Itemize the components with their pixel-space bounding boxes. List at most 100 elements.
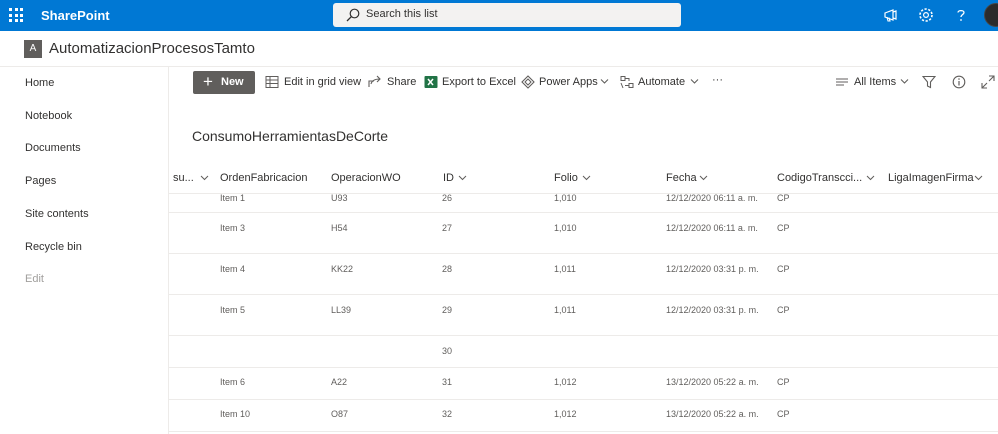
chevron-down-icon xyxy=(200,175,209,181)
avatar[interactable] xyxy=(984,3,998,27)
cell-folio: 1,011 xyxy=(554,305,576,315)
nav-item-site-contents[interactable]: Site contents xyxy=(25,208,89,220)
cell-id: 30 xyxy=(442,346,453,356)
nav-item-documents[interactable]: Documents xyxy=(25,142,81,154)
cell-orden: Item 4 xyxy=(220,264,246,274)
share-icon xyxy=(368,75,381,87)
cell-folio: 1,010 xyxy=(554,223,577,233)
column-header-liga-imagen-firma[interactable]: LigaImagenFirma xyxy=(888,172,974,184)
cell-operacion: U93 xyxy=(331,193,348,203)
info-icon[interactable] xyxy=(952,75,966,89)
column-header-id[interactable]: ID xyxy=(443,172,454,184)
cell-operacion: A22 xyxy=(331,377,348,387)
nav-item-recycle-bin[interactable]: Recycle bin xyxy=(25,241,82,253)
table-row[interactable]: Item 1 U93 26 1,010 12/12/2020 06:11 a. … xyxy=(169,193,998,213)
column-header-su[interactable]: su... xyxy=(173,172,194,184)
chevron-down-icon xyxy=(458,175,467,181)
column-header-folio[interactable]: Folio xyxy=(554,172,578,184)
cell-orden: Item 1 xyxy=(220,193,246,203)
chevron-down-icon xyxy=(699,175,708,181)
nav-item-home[interactable]: Home xyxy=(25,77,54,89)
cell-operacion: O87 xyxy=(331,409,349,419)
share-button[interactable]: Share xyxy=(387,76,416,88)
cell-codigo: CP xyxy=(777,377,790,387)
megaphone-icon[interactable] xyxy=(882,6,900,24)
list-title: ConsumoHerramientasDeCorte xyxy=(192,128,389,144)
cell-id: 29 xyxy=(442,305,453,315)
table-row[interactable]: Item 6 A22 31 1,012 13/12/2020 05:22 a. … xyxy=(169,368,998,400)
cell-fecha: 12/12/2020 03:31 p. m. xyxy=(666,305,759,315)
cell-id: 32 xyxy=(442,409,453,419)
column-header-orden-fabricacion[interactable]: OrdenFabricacion xyxy=(220,172,307,184)
cell-fecha: 12/12/2020 06:11 a. m. xyxy=(666,223,758,233)
automate-icon xyxy=(620,76,634,89)
table-row[interactable]: Item 10 O87 32 1,012 13/12/2020 05:22 a.… xyxy=(169,400,998,432)
table-row[interactable]: Item 4 KK22 28 1,011 12/12/2020 03:31 p.… xyxy=(169,254,998,295)
search-icon xyxy=(346,8,360,22)
search-input[interactable]: Search this list xyxy=(333,3,681,27)
brand-name[interactable]: SharePoint xyxy=(41,8,110,23)
chevron-down-icon xyxy=(582,175,591,181)
search-placeholder: Search this list xyxy=(366,8,438,20)
new-button[interactable]: + New xyxy=(193,71,255,94)
cell-codigo: CP xyxy=(777,305,790,315)
chevron-down-icon xyxy=(900,79,909,84)
cell-id: 27 xyxy=(442,223,453,233)
view-selector[interactable]: All Items xyxy=(854,76,896,88)
new-button-label: New xyxy=(221,76,244,88)
gear-icon[interactable] xyxy=(917,6,935,24)
cell-fecha: 13/12/2020 05:22 a. m. xyxy=(666,377,759,387)
cell-fecha: 13/12/2020 05:22 a. m. xyxy=(666,409,759,419)
cell-id: 28 xyxy=(442,264,453,274)
app-launcher-icon[interactable] xyxy=(8,7,24,23)
plus-icon: + xyxy=(203,72,213,91)
view-options-icon xyxy=(836,78,848,86)
site-logo[interactable]: A xyxy=(24,40,42,58)
cell-id: 31 xyxy=(442,377,453,387)
table-row[interactable]: Item 3 H54 27 1,010 12/12/2020 06:11 a. … xyxy=(169,213,998,254)
nav-item-pages[interactable]: Pages xyxy=(25,175,56,187)
cell-fecha: 12/12/2020 03:31 p. m. xyxy=(666,264,759,274)
chevron-down-icon xyxy=(974,175,983,181)
cell-orden: Item 3 xyxy=(220,223,246,233)
edit-grid-view-button[interactable]: Edit in grid view xyxy=(284,76,361,88)
cell-orden: Item 6 xyxy=(220,377,246,387)
column-header-operacion-wo[interactable]: OperacionWO xyxy=(331,172,401,184)
cell-folio: 1,012 xyxy=(554,409,577,419)
column-header-fecha[interactable]: Fecha xyxy=(666,172,697,184)
help-icon[interactable] xyxy=(952,6,970,24)
cell-folio: 1,012 xyxy=(554,377,577,387)
grid-view-icon xyxy=(265,76,279,88)
expand-icon[interactable] xyxy=(981,75,995,89)
cell-codigo: CP xyxy=(777,409,790,419)
chevron-down-icon xyxy=(600,79,609,84)
nav-item-notebook[interactable]: Notebook xyxy=(25,110,72,122)
cell-orden: Item 10 xyxy=(220,409,251,419)
power-apps-button[interactable]: Power Apps xyxy=(539,76,598,88)
suite-bar: SharePoint Search this list xyxy=(0,0,998,31)
automate-button[interactable]: Automate xyxy=(638,76,685,88)
cell-operacion: KK22 xyxy=(331,264,354,274)
site-title[interactable]: AutomatizacionProcesosTamto xyxy=(49,40,255,57)
nav-item-edit[interactable]: Edit xyxy=(25,273,44,285)
table-row[interactable]: Item 5 LL39 29 1,011 12/12/2020 03:31 p.… xyxy=(169,295,998,336)
cell-orden: Item 5 xyxy=(220,305,246,315)
excel-icon xyxy=(424,76,438,88)
chevron-down-icon xyxy=(690,79,699,84)
more-options-button[interactable]: ··· xyxy=(712,74,723,86)
column-header-codigo-transccion[interactable]: CodigoTranscci... xyxy=(777,172,862,184)
cell-codigo: CP xyxy=(777,193,790,203)
cell-id: 26 xyxy=(442,193,453,203)
command-bar: + New Edit in grid view Share Export to … xyxy=(169,67,998,99)
cell-operacion: LL39 xyxy=(331,305,352,315)
cell-fecha: 12/12/2020 06:11 a. m. xyxy=(666,193,758,203)
export-excel-button[interactable]: Export to Excel xyxy=(442,76,516,88)
left-nav: Home Notebook Documents Pages Site conte… xyxy=(0,67,169,434)
filter-icon[interactable] xyxy=(922,75,936,89)
cell-codigo: CP xyxy=(777,223,790,233)
site-header: A AutomatizacionProcesosTamto xyxy=(0,31,998,67)
cell-operacion: H54 xyxy=(331,223,348,233)
table-row[interactable]: 30 xyxy=(169,336,998,368)
cell-codigo: CP xyxy=(777,264,790,274)
chevron-down-icon xyxy=(866,175,875,181)
